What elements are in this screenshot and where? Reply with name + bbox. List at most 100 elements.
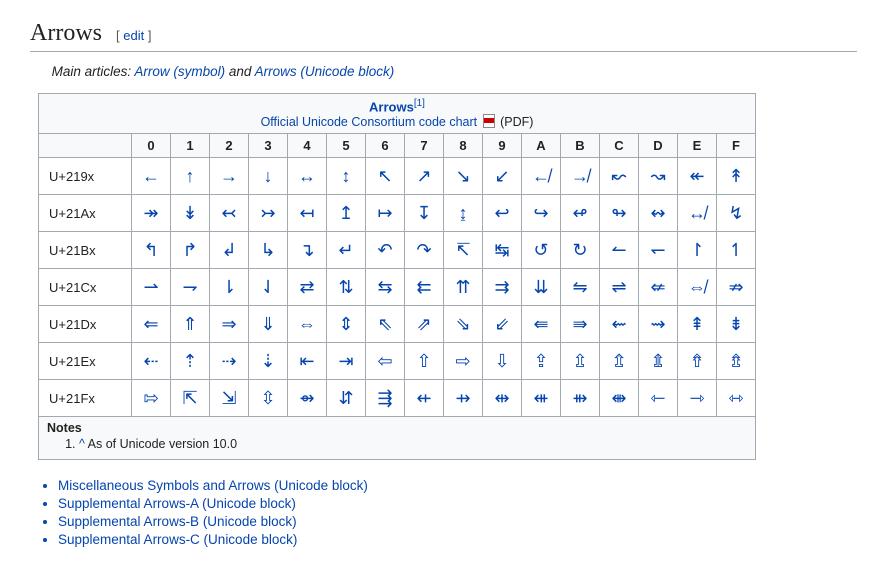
glyph-cell[interactable]: ↯ — [717, 195, 756, 232]
glyph-cell[interactable]: ↩ — [483, 195, 522, 232]
glyph-cell[interactable]: ← — [132, 158, 171, 195]
glyph-cell[interactable]: ⇳ — [249, 380, 288, 417]
glyph-cell[interactable]: ⇪ — [522, 343, 561, 380]
glyph-cell[interactable]: ⇊ — [522, 269, 561, 306]
glyph-cell[interactable]: ↑ — [171, 158, 210, 195]
see-also-link[interactable]: Supplemental Arrows-A (Unicode block) — [58, 496, 296, 511]
glyph-cell[interactable]: ⇔ — [288, 306, 327, 343]
glyph-cell[interactable]: ⇜ — [600, 306, 639, 343]
glyph-cell[interactable]: ↾ — [678, 232, 717, 269]
glyph-cell[interactable]: ⇯ — [717, 343, 756, 380]
glyph-cell[interactable]: ⇫ — [561, 343, 600, 380]
glyph-cell[interactable]: ⇦ — [366, 343, 405, 380]
glyph-cell[interactable]: ⇑ — [171, 306, 210, 343]
glyph-cell[interactable]: ⇆ — [366, 269, 405, 306]
glyph-cell[interactable]: ↠ — [132, 195, 171, 232]
glyph-cell[interactable]: ↤ — [288, 195, 327, 232]
glyph-cell[interactable]: ⇩ — [483, 343, 522, 380]
glyph-cell[interactable]: ⇃ — [249, 269, 288, 306]
glyph-cell[interactable]: ⇰ — [132, 380, 171, 417]
see-also-link[interactable]: Supplemental Arrows-C (Unicode block) — [58, 532, 297, 547]
glyph-cell[interactable]: ↨ — [444, 195, 483, 232]
glyph-cell[interactable]: ⇚ — [522, 306, 561, 343]
glyph-cell[interactable]: ↓ — [249, 158, 288, 195]
glyph-cell[interactable]: ↥ — [327, 195, 366, 232]
pdf-icon[interactable] — [483, 114, 495, 128]
glyph-cell[interactable]: ⇇ — [405, 269, 444, 306]
glyph-cell[interactable]: ⇙ — [483, 306, 522, 343]
glyph-cell[interactable]: ⇥ — [327, 343, 366, 380]
glyph-cell[interactable]: ⇡ — [171, 343, 210, 380]
glyph-cell[interactable]: ⇲ — [210, 380, 249, 417]
glyph-cell[interactable]: ⇹ — [483, 380, 522, 417]
glyph-cell[interactable]: ↙ — [483, 158, 522, 195]
glyph-cell[interactable]: ↱ — [171, 232, 210, 269]
glyph-cell[interactable]: ⇨ — [444, 343, 483, 380]
glyph-cell[interactable]: ↕ — [327, 158, 366, 195]
glyph-cell[interactable]: ⇏ — [717, 269, 756, 306]
see-also-link[interactable]: Miscellaneous Symbols and Arrows (Unicod… — [58, 478, 368, 493]
glyph-cell[interactable]: ⇿ — [717, 380, 756, 417]
glyph-cell[interactable]: ↪ — [522, 195, 561, 232]
glyph-cell[interactable]: ↼ — [600, 232, 639, 269]
glyph-cell[interactable]: ⇒ — [210, 306, 249, 343]
glyph-cell[interactable]: ↖ — [366, 158, 405, 195]
glyph-cell[interactable]: ⇘ — [444, 306, 483, 343]
glyph-cell[interactable]: ↶ — [366, 232, 405, 269]
glyph-cell[interactable]: ↰ — [132, 232, 171, 269]
glyph-cell[interactable]: ⇌ — [600, 269, 639, 306]
glyph-cell[interactable]: ⇱ — [171, 380, 210, 417]
glyph-cell[interactable]: ↬ — [600, 195, 639, 232]
glyph-cell[interactable]: ⇭ — [639, 343, 678, 380]
glyph-cell[interactable]: ⇧ — [405, 343, 444, 380]
chart-ref-link[interactable]: [1] — [414, 98, 425, 109]
glyph-cell[interactable]: ↟ — [717, 158, 756, 195]
glyph-cell[interactable]: ↡ — [171, 195, 210, 232]
glyph-cell[interactable]: ↺ — [522, 232, 561, 269]
glyph-cell[interactable]: ⇼ — [600, 380, 639, 417]
glyph-cell[interactable]: ⇤ — [288, 343, 327, 380]
glyph-cell[interactable]: ⇓ — [249, 306, 288, 343]
glyph-cell[interactable]: ⇣ — [249, 343, 288, 380]
glyph-cell[interactable]: → — [210, 158, 249, 195]
glyph-cell[interactable]: ⇂ — [210, 269, 249, 306]
glyph-cell[interactable]: ⇟ — [717, 306, 756, 343]
glyph-cell[interactable]: ↷ — [405, 232, 444, 269]
glyph-cell[interactable]: ↲ — [210, 232, 249, 269]
glyph-cell[interactable]: ↽ — [639, 232, 678, 269]
glyph-cell[interactable]: ↭ — [639, 195, 678, 232]
glyph-cell[interactable]: ⇠ — [132, 343, 171, 380]
glyph-cell[interactable]: ⇀ — [132, 269, 171, 306]
glyph-cell[interactable]: ⇄ — [288, 269, 327, 306]
glyph-cell[interactable]: ⇁ — [171, 269, 210, 306]
glyph-cell[interactable]: ⇢ — [210, 343, 249, 380]
glyph-cell[interactable]: ⇬ — [600, 343, 639, 380]
glyph-cell[interactable]: ⇛ — [561, 306, 600, 343]
glyph-cell[interactable]: ⇷ — [405, 380, 444, 417]
glyph-cell[interactable]: ↮ — [678, 195, 717, 232]
hatnote-link-1[interactable]: Arrow (symbol) — [134, 64, 225, 79]
glyph-cell[interactable]: ↛ — [561, 158, 600, 195]
hatnote-link-2[interactable]: Arrows (Unicode block) — [255, 64, 395, 79]
glyph-cell[interactable]: ⇻ — [561, 380, 600, 417]
glyph-cell[interactable]: ⇺ — [522, 380, 561, 417]
glyph-cell[interactable]: ↻ — [561, 232, 600, 269]
glyph-cell[interactable]: ↫ — [561, 195, 600, 232]
glyph-cell[interactable]: ↜ — [600, 158, 639, 195]
glyph-cell[interactable]: ⇎ — [678, 269, 717, 306]
glyph-cell[interactable]: ↝ — [639, 158, 678, 195]
glyph-cell[interactable]: ⇴ — [288, 380, 327, 417]
glyph-cell[interactable]: ↳ — [249, 232, 288, 269]
glyph-cell[interactable]: ⇞ — [678, 306, 717, 343]
glyph-cell[interactable]: ⇵ — [327, 380, 366, 417]
glyph-cell[interactable]: ⇸ — [444, 380, 483, 417]
glyph-cell[interactable]: ⇝ — [639, 306, 678, 343]
glyph-cell[interactable]: ↴ — [288, 232, 327, 269]
glyph-cell[interactable]: ↣ — [249, 195, 288, 232]
glyph-cell[interactable]: ↹ — [483, 232, 522, 269]
chart-subtitle-link[interactable]: Official Unicode Consortium code chart — [261, 115, 478, 129]
glyph-cell[interactable]: ⇮ — [678, 343, 717, 380]
glyph-cell[interactable]: ⇽ — [639, 380, 678, 417]
glyph-cell[interactable]: ↿ — [717, 232, 756, 269]
glyph-cell[interactable]: ⇅ — [327, 269, 366, 306]
